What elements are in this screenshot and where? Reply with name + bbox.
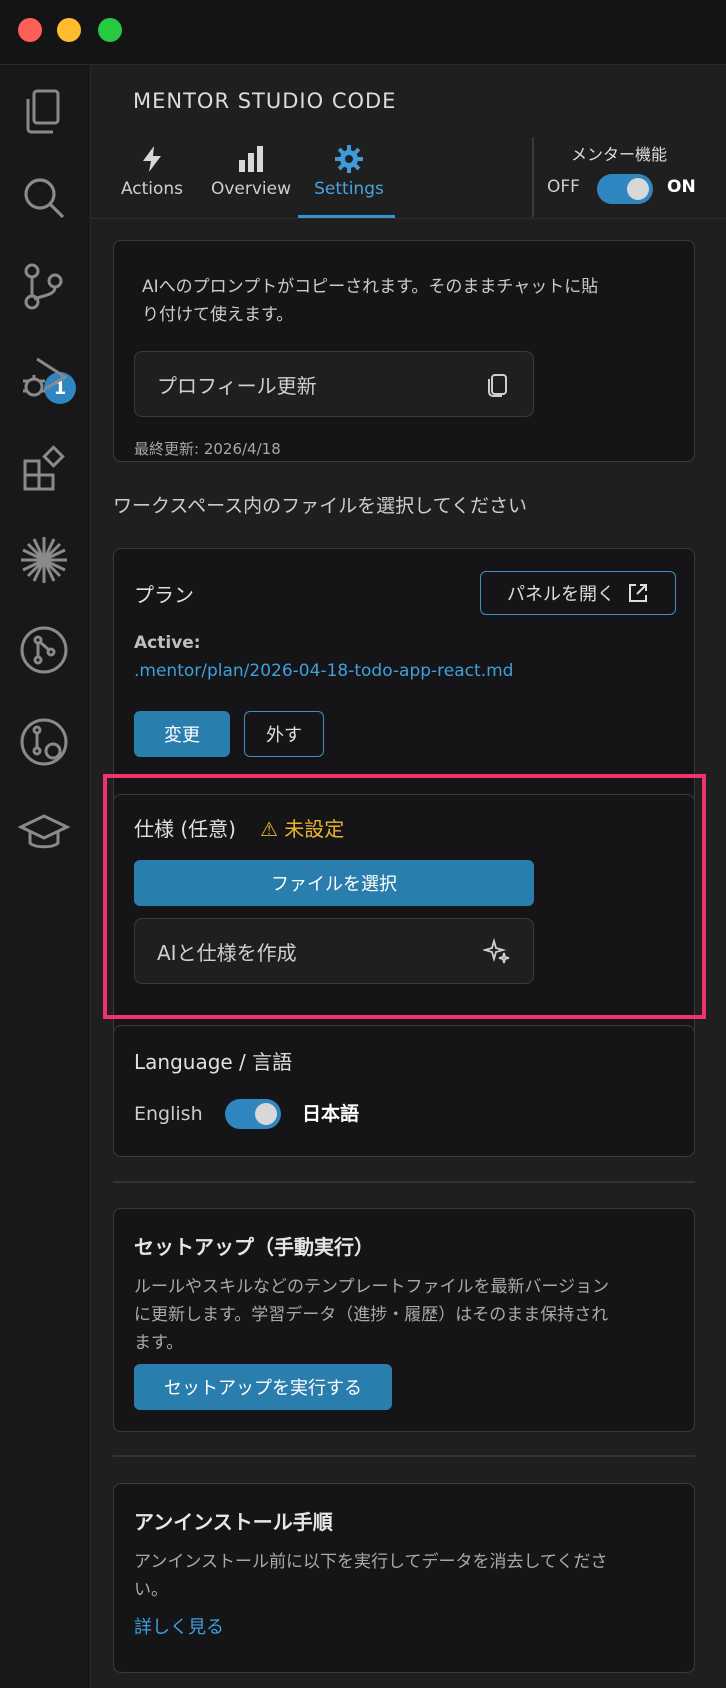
uninstall-description-line1: アンインストール前に以下を実行してデータを消去してくださ [134, 1552, 608, 1572]
section-divider [113, 1455, 695, 1457]
tab-settings[interactable]: Settings [299, 145, 399, 199]
uninstall-description-line2: い。 [134, 1580, 168, 1600]
copy-icon [488, 374, 507, 397]
git-lens-icon[interactable] [17, 715, 71, 769]
external-link-icon [629, 584, 647, 602]
language-english-label: English [134, 1103, 203, 1125]
profile-update-button[interactable]: プロフィール更新 [134, 351, 534, 417]
setup-description-line3: ます。 [134, 1333, 184, 1353]
setup-description-line1: ルールやスキルなどのテンプレートファイルを最新バージョン [134, 1277, 610, 1297]
language-card: Language / 言語 English 日本語 [113, 1025, 695, 1157]
run-debug-icon[interactable] [17, 351, 71, 405]
git-graph-icon[interactable] [17, 623, 71, 677]
tabs-divider [532, 137, 534, 217]
mentor-off-label: OFF [547, 177, 580, 197]
gear-icon [335, 145, 363, 173]
change-plan-button[interactable]: 変更 [134, 711, 230, 757]
zoom-window-button[interactable] [98, 18, 122, 42]
plan-title: プラン [134, 583, 194, 607]
mentor-toggle-switch[interactable] [597, 174, 653, 204]
mentor-toggle-label: メンター機能 [571, 145, 668, 164]
language-toggle-switch[interactable] [225, 1099, 281, 1129]
tab-label: Settings [314, 179, 384, 199]
language-title: Language / 言語 [134, 1050, 293, 1074]
setup-title: セットアップ（手動実行） [134, 1235, 374, 1259]
learn-more-link[interactable]: 詳しく見る [134, 1614, 224, 1642]
prompt-description-line2: り付けて使えます。 [142, 305, 294, 325]
search-icon[interactable] [17, 171, 71, 225]
activity-bar: 1 [0, 65, 91, 1688]
workspace-hint: ワークスペース内のファイルを選択してください [113, 495, 528, 517]
close-window-button[interactable] [18, 18, 42, 42]
last-updated: 最終更新: 2026/4/18 [134, 440, 281, 458]
source-control-icon[interactable] [17, 259, 71, 313]
minimize-window-button[interactable] [57, 18, 81, 42]
tab-actions[interactable]: Actions [107, 145, 197, 199]
language-japanese-label: 日本語 [302, 1103, 360, 1125]
prompt-description-line1: AIへのプロンプトがコピーされます。そのままチャットに貼 [142, 277, 599, 297]
uninstall-title: アンインストール手順 [134, 1510, 333, 1534]
open-panel-button[interactable]: パネルを開く [480, 571, 676, 615]
open-panel-label: パネルを開く [507, 584, 615, 605]
extensions-icon[interactable] [17, 441, 71, 495]
tab-overview[interactable]: Overview [201, 145, 301, 199]
tab-label: Overview [210, 179, 292, 199]
active-plan-path[interactable]: .mentor/plan/2026-04-18-todo-app-react.m… [134, 657, 513, 685]
active-label: Active: [134, 633, 201, 653]
mentor-cap-icon[interactable] [17, 805, 71, 859]
setup-card: セットアップ（手動実行） ルールやスキルなどのテンプレートファイルを最新バージョ… [113, 1208, 695, 1432]
window-titlebar [0, 0, 726, 65]
uninstall-card: アンインストール手順 アンインストール前に以下を実行してデータを消去してくださ … [113, 1483, 695, 1673]
spark-icon[interactable] [17, 533, 71, 587]
bolt-icon [143, 146, 161, 172]
prompt-card: AIへのプロンプトがコピーされます。そのままチャットに貼 り付けて使えます。 プ… [113, 240, 695, 462]
mentor-on-label: ON [667, 177, 696, 197]
profile-update-label: プロフィール更新 [157, 374, 317, 398]
bar-chart-icon [239, 146, 263, 172]
setup-description-line2: に更新します。学習データ（進捗・履歴）はそのまま保持され [134, 1305, 609, 1325]
header-divider [91, 218, 726, 219]
remove-plan-button[interactable]: 外す [244, 711, 324, 757]
run-setup-button[interactable]: セットアップを実行する [134, 1364, 392, 1410]
page-title: MENTOR STUDIO CODE [133, 89, 397, 113]
tab-label: Actions [120, 179, 184, 199]
spec-highlight-frame [103, 774, 706, 1019]
files-icon[interactable] [17, 85, 71, 139]
section-divider [113, 1181, 695, 1183]
